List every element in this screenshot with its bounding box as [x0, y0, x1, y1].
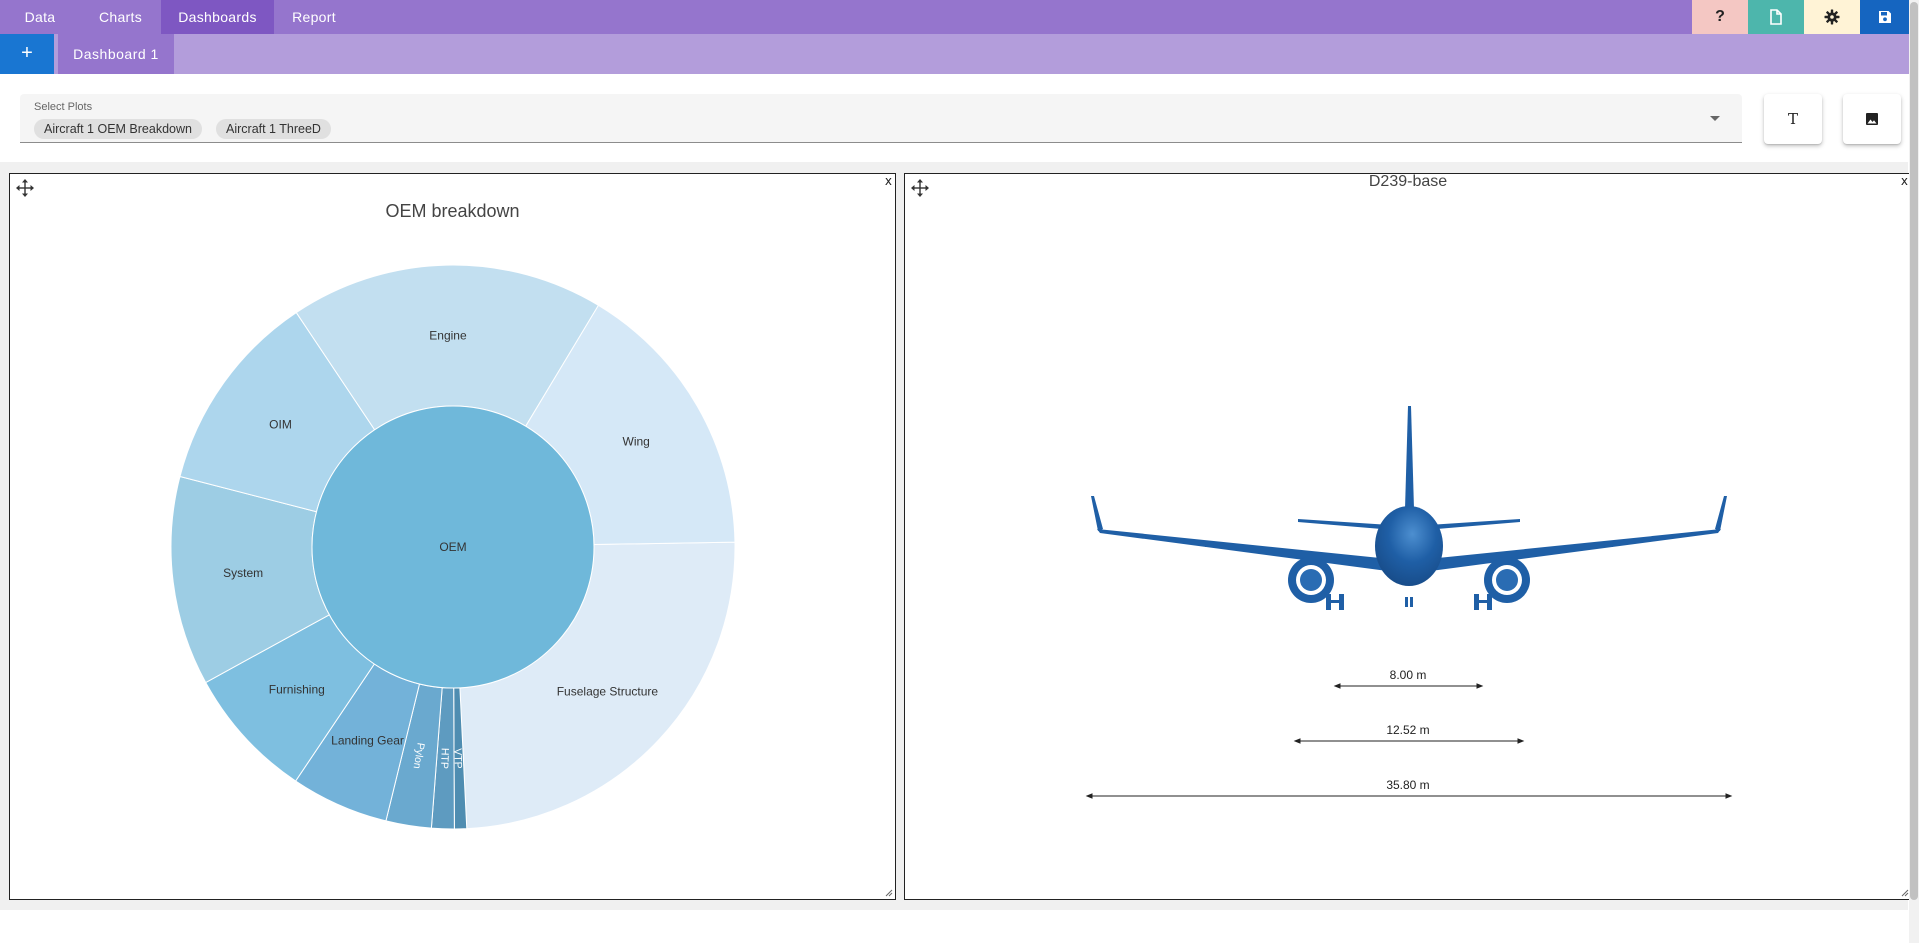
- save-button[interactable]: [1860, 0, 1909, 34]
- sunburst-segment-label: Landing Gear: [331, 733, 404, 747]
- image-icon: [1866, 113, 1878, 125]
- sunburst-segment-label: Engine: [429, 329, 467, 343]
- text-icon: T: [1787, 110, 1798, 128]
- aircraft-model: [1091, 406, 1727, 610]
- help-icon: ?: [1715, 8, 1725, 25]
- nav-tab-report[interactable]: Report: [274, 0, 354, 34]
- plot-chip[interactable]: Aircraft 1 OEM Breakdown: [34, 119, 202, 139]
- sunburst-segment-label: System: [223, 566, 263, 580]
- dimension-label-tail: 12.52 m: [1386, 723, 1430, 737]
- tab-dashboard-1[interactable]: Dashboard 1: [58, 34, 174, 74]
- sunburst-segment-label: Fuselage Structure: [557, 685, 659, 699]
- sunburst-segment-label: Wing: [623, 434, 650, 448]
- resize-handle-icon[interactable]: [885, 889, 893, 897]
- sunburst-root-label: OEM: [439, 540, 466, 554]
- page-scrollbar[interactable]: [1909, 0, 1919, 943]
- settings-button[interactable]: [1804, 0, 1860, 34]
- sunburst-segment-label: Furnishing: [269, 683, 325, 697]
- select-plots-field[interactable]: Select Plots Aircraft 1 OEM Breakdown Ai…: [20, 94, 1742, 143]
- add-dashboard-button[interactable]: +: [0, 34, 54, 74]
- top-nav-bar: Data Charts Dashboards Report ?: [0, 0, 1919, 34]
- add-text-button[interactable]: T: [1764, 94, 1822, 144]
- dashboard-tab-bar: + Dashboard 1: [0, 34, 1919, 74]
- gear-icon: [1824, 9, 1840, 25]
- nav-tab-dashboards[interactable]: Dashboards: [161, 0, 274, 34]
- sunburst-chart: Fuselage StructureVTPHTPPylonLanding Gea…: [170, 264, 736, 830]
- sunburst-segment-label: HTP: [438, 748, 451, 769]
- document-icon: [1770, 9, 1782, 25]
- dimension-label-cockpit: 8.00 m: [1389, 668, 1427, 682]
- add-image-button[interactable]: [1843, 94, 1901, 144]
- save-icon: [1878, 11, 1891, 23]
- dimension-label-span: 35.80 m: [1386, 778, 1430, 792]
- scrollbar-thumb[interactable]: [1910, 2, 1918, 900]
- select-plots-label: Select Plots: [34, 101, 93, 113]
- resize-handle-icon[interactable]: [1901, 889, 1909, 897]
- sunburst-segment-label: OIM: [269, 418, 292, 432]
- aircraft-3d-panel: x D239-base 8.00 m 12.52 m 35.80 m: [904, 173, 1912, 900]
- nav-tab-data[interactable]: Data: [0, 0, 80, 34]
- oem-breakdown-panel: x OEM breakdown Fuselage Structure VTP HTP…: [9, 173, 896, 900]
- document-button[interactable]: [1748, 0, 1804, 34]
- nav-tab-charts[interactable]: Charts: [80, 0, 161, 34]
- help-button[interactable]: ?: [1692, 0, 1748, 34]
- chevron-down-icon[interactable]: [1710, 116, 1720, 121]
- plot-chip[interactable]: Aircraft 1 ThreeD: [216, 119, 331, 139]
